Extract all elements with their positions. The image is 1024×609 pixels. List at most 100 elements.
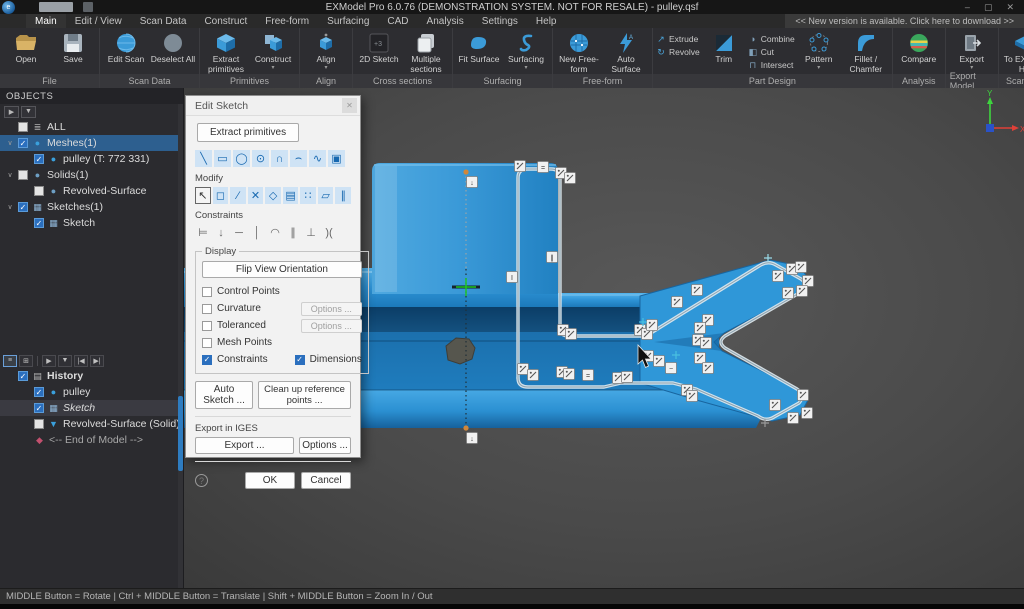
- parallel-copy-tool-icon[interactable]: ∥: [335, 187, 351, 204]
- cleanup-reference-points-button[interactable]: Clean up reference points ...: [258, 381, 351, 409]
- dialog-titlebar[interactable]: Edit Sketch ✕: [186, 96, 360, 116]
- history-item-revolved-surface-solid[interactable]: ▼Revolved-Surface (Solid): [0, 416, 183, 432]
- menu-item-scan-data[interactable]: Scan Data: [131, 14, 196, 28]
- objects-filter-icon[interactable]: ▼: [21, 106, 36, 118]
- ribbon-item-to-exscan-hx[interactable]: To EXScan HX: [1002, 30, 1024, 74]
- constraint-badge[interactable]: [622, 372, 633, 383]
- constraint-badge[interactable]: [783, 288, 794, 299]
- mirror-tool-icon[interactable]: ▤: [283, 187, 299, 204]
- visibility-checkbox[interactable]: ✓: [34, 387, 44, 397]
- ribbon-item-revolve[interactable]: ↻Revolve: [656, 46, 700, 58]
- constraint-badge[interactable]: [518, 364, 529, 375]
- ribbon-item-export[interactable]: Export▾: [949, 30, 995, 71]
- ribbon-item-pattern[interactable]: Pattern▾: [796, 30, 842, 71]
- constraint-badge[interactable]: [796, 262, 807, 273]
- visibility-checkbox[interactable]: ✓: [34, 218, 44, 228]
- constraint-badge[interactable]: [695, 323, 706, 334]
- menu-item-cad[interactable]: CAD: [378, 14, 417, 28]
- checkbox-toleranced[interactable]: [202, 321, 212, 331]
- panel-scrollbar[interactable]: [178, 104, 183, 588]
- menu-item-analysis[interactable]: Analysis: [418, 14, 473, 28]
- objects-item-meshes-1[interactable]: ∨✓●Meshes(1): [0, 135, 183, 151]
- circle-center-tool-icon[interactable]: ⊙: [252, 150, 269, 167]
- ribbon-item-extract-primitives[interactable]: Extract primitives: [203, 30, 249, 74]
- expander-icon[interactable]: ∨: [6, 203, 14, 211]
- array-tool-icon[interactable]: ∷: [300, 187, 316, 204]
- checkbox-mesh-points[interactable]: [202, 338, 212, 348]
- objects-item-sketch[interactable]: ✓▦Sketch: [0, 215, 183, 231]
- constraint-badge[interactable]: [566, 329, 577, 340]
- constraint-badge[interactable]: =: [583, 370, 594, 381]
- objects-item-all[interactable]: ≣ALL: [0, 119, 183, 135]
- convert-tool-icon[interactable]: ◻: [213, 187, 229, 204]
- menu-item-construct[interactable]: Construct: [195, 14, 256, 28]
- checkbox-dimensions[interactable]: ✓: [295, 355, 305, 365]
- menu-item-free-form[interactable]: Free-form: [256, 14, 318, 28]
- ribbon-item-intersect[interactable]: ⊓Intersect: [748, 59, 795, 71]
- constraint-badge[interactable]: [701, 338, 712, 349]
- visibility-checkbox[interactable]: [34, 186, 44, 196]
- menu-item-edit-view[interactable]: Edit / View: [66, 14, 131, 28]
- constraint-badge[interactable]: [695, 353, 706, 364]
- perpendicular-tool-icon[interactable]: ⊥: [303, 224, 319, 241]
- ribbon-item-extrude[interactable]: ↗Extrude: [656, 33, 700, 45]
- symmetric-tool-icon[interactable]: )(: [321, 224, 337, 241]
- visibility-checkbox[interactable]: ✓: [34, 154, 44, 164]
- history-skip-end-icon[interactable]: ▶|: [90, 355, 104, 367]
- menu-item-surfacing[interactable]: Surfacing: [318, 14, 378, 28]
- ribbon-item-auto-surface[interactable]: AAuto Surface: [603, 30, 649, 74]
- ribbon-item-combine[interactable]: ◑Combine: [748, 33, 795, 45]
- ribbon-item-fillet-chamfer[interactable]: Fillet / Chamfer: [843, 30, 889, 74]
- ribbon-item-surfacing[interactable]: Surfacing▾: [503, 30, 549, 71]
- visibility-checkbox[interactable]: ✓: [18, 371, 28, 381]
- parallel-tool-icon[interactable]: ∥: [285, 224, 301, 241]
- viewport-3d[interactable]: =↓∥I=−↓ Y X Edit Sketch ✕: [184, 88, 1024, 588]
- arc-3point-tool-icon[interactable]: ⌢: [290, 150, 307, 167]
- expander-icon[interactable]: ∨: [6, 139, 14, 147]
- horizontal-tool-icon[interactable]: ─: [231, 224, 247, 241]
- history-item-history[interactable]: ✓▤History: [0, 368, 183, 384]
- polyline-tool-icon[interactable]: ∿: [309, 150, 326, 167]
- pulley-hub[interactable]: [372, 163, 558, 294]
- fillet-corner-tool-icon[interactable]: ◇: [265, 187, 281, 204]
- history-tree-view-icon[interactable]: ⊞: [19, 355, 33, 367]
- vertical-tool-icon[interactable]: │: [249, 224, 265, 241]
- constraint-badge[interactable]: =: [538, 162, 549, 173]
- cancel-button[interactable]: Cancel: [301, 472, 351, 489]
- extend-tool-icon[interactable]: ∕: [230, 187, 246, 204]
- constraint-badge[interactable]: [773, 271, 784, 282]
- ok-button[interactable]: OK: [245, 472, 295, 489]
- anchor-tool-icon[interactable]: ↓: [213, 224, 229, 241]
- minimize-button[interactable]: –: [965, 2, 970, 13]
- tangent-tool-icon[interactable]: ◠: [267, 224, 283, 241]
- ribbon-item-edit-scan[interactable]: Edit Scan: [103, 30, 149, 65]
- ribbon-item-new-free-form[interactable]: New Free-form: [556, 30, 602, 74]
- constraint-badge[interactable]: [647, 320, 658, 331]
- arc-tool-icon[interactable]: ∩: [271, 150, 288, 167]
- constraint-badge[interactable]: [672, 297, 683, 308]
- menu-item-settings[interactable]: Settings: [473, 14, 527, 28]
- export-button[interactable]: Export ...: [195, 437, 294, 454]
- constraint-badge[interactable]: [654, 356, 665, 367]
- objects-item-pulley-t-772-331[interactable]: ✓●pulley (T: 772 331): [0, 151, 183, 167]
- ribbon-item-deselect-all[interactable]: Deselect All: [150, 30, 196, 65]
- options-button[interactable]: Options ...: [301, 302, 362, 316]
- ribbon-item-save[interactable]: Save: [50, 30, 96, 65]
- export-options-button[interactable]: Options ...: [299, 437, 351, 454]
- ribbon-item-2d-sketch[interactable]: +32D Sketch: [356, 30, 402, 65]
- constraint-badge[interactable]: [798, 390, 809, 401]
- ribbon-item-fit-surface[interactable]: Fit Surface: [456, 30, 502, 65]
- history-item-sketch[interactable]: ✓▦Sketch: [0, 400, 183, 416]
- constraint-badge[interactable]: [802, 408, 813, 419]
- visibility-checkbox[interactable]: [34, 419, 44, 429]
- panel-scrollbar-thumb[interactable]: [178, 396, 183, 471]
- visibility-checkbox[interactable]: ✓: [18, 202, 28, 212]
- ribbon-item-trim[interactable]: Trim: [701, 30, 747, 65]
- constraint-badge[interactable]: [528, 370, 539, 381]
- history-skip-start-icon[interactable]: |◀: [74, 355, 88, 367]
- checkbox-constraints[interactable]: ✓: [202, 355, 212, 365]
- history-item-pulley[interactable]: ✓●pulley: [0, 384, 183, 400]
- ribbon-item-align[interactable]: Align▾: [303, 30, 349, 71]
- objects-item-solids-1[interactable]: ∨●Solids(1): [0, 167, 183, 183]
- constraint-badge[interactable]: ↓: [467, 177, 478, 188]
